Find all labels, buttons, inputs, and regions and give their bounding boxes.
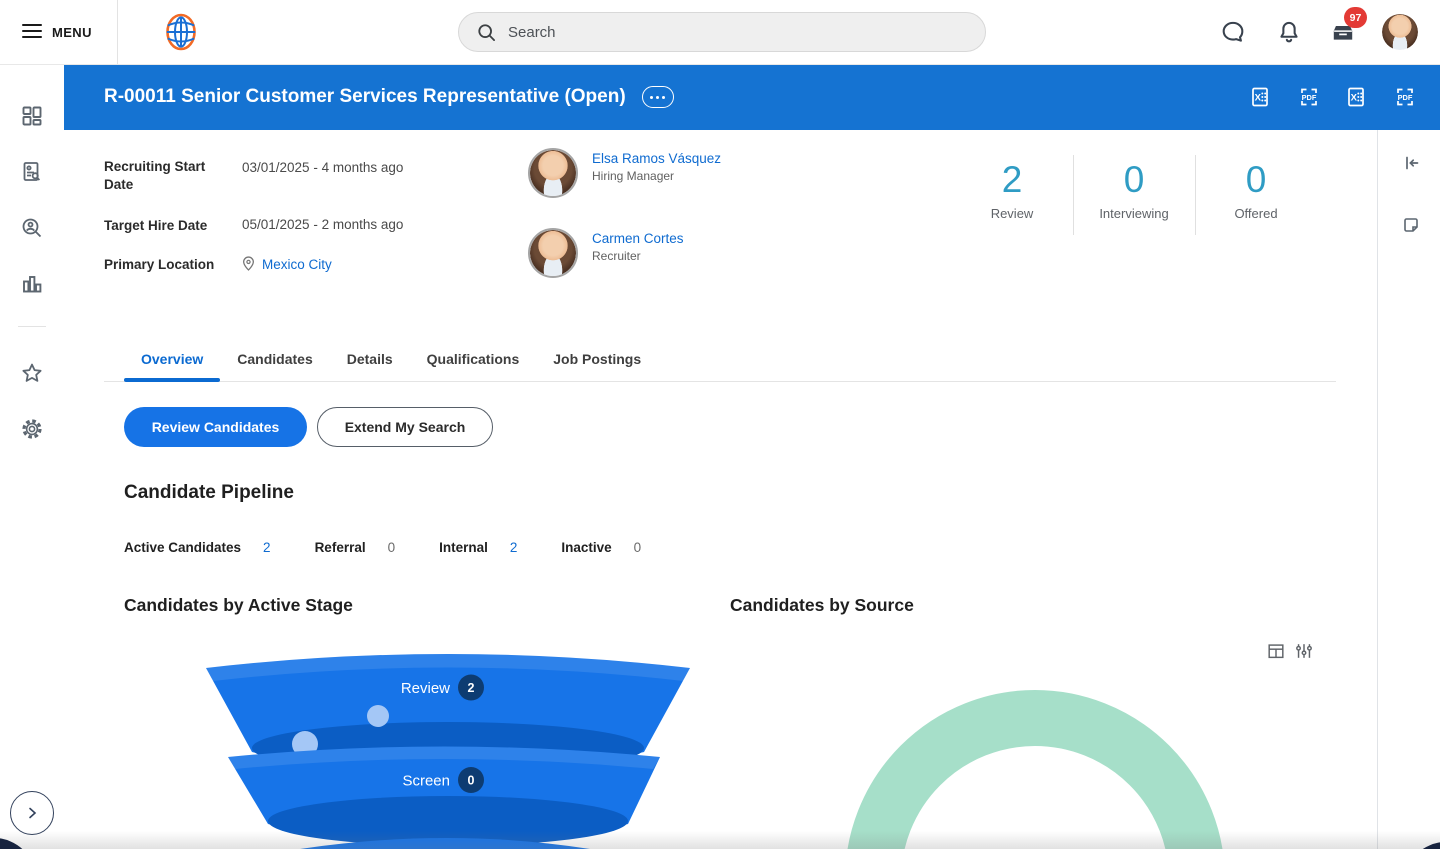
- field-label-recruiting-start-date: Recruiting Start Date: [104, 159, 206, 192]
- notes-icon[interactable]: [1401, 215, 1421, 235]
- expand-sidebar-button[interactable]: [10, 791, 54, 835]
- metric-label: Inactive: [561, 540, 612, 555]
- recruiter-avatar[interactable]: [528, 228, 578, 278]
- stat-review-value[interactable]: 2: [952, 160, 1072, 200]
- metric-inactive: Inactive 0: [561, 540, 641, 555]
- top-bar: MENU Search 97: [0, 0, 1440, 65]
- collapse-panel-icon[interactable]: [1401, 153, 1421, 173]
- metric-label: Referral: [314, 540, 366, 555]
- svg-text:X: X: [1255, 93, 1262, 104]
- right-utility-rail: [1377, 130, 1440, 849]
- field-value-target-hire-date: 05/01/2025 - 2 months ago: [242, 217, 404, 232]
- funnel-stage-label: Screen: [402, 773, 450, 790]
- stat-interviewing-label: Interviewing: [1099, 206, 1169, 221]
- stat-offered: 0 Offered: [1196, 160, 1316, 222]
- funnel-stage-count: 0: [468, 774, 475, 788]
- user-avatar[interactable]: [1382, 14, 1418, 50]
- svg-text:X: X: [1351, 93, 1358, 104]
- export-excel-icon-2[interactable]: X: [1346, 86, 1368, 108]
- hiring-manager-avatar[interactable]: [528, 148, 578, 198]
- left-navigation-rail: [0, 64, 64, 849]
- funnel-stage-count: 2: [468, 681, 475, 695]
- topbar-divider: [117, 0, 118, 64]
- tab-details[interactable]: Details: [330, 338, 410, 381]
- metric-value: 0: [387, 540, 396, 555]
- stat-interviewing-value[interactable]: 0: [1074, 160, 1194, 200]
- job-requisitions-icon[interactable]: [20, 160, 44, 184]
- tab-bar: Overview Candidates Details Qualificatio…: [104, 338, 1336, 382]
- metric-label: Internal: [439, 540, 488, 555]
- search-input[interactable]: [506, 22, 930, 42]
- pipeline-metrics: Active Candidates 2 Referral 0 Internal …: [124, 540, 685, 555]
- extend-my-search-button[interactable]: Extend My Search: [317, 407, 493, 447]
- dashboards-icon[interactable]: [20, 104, 44, 128]
- metric-value-link[interactable]: 2: [510, 540, 518, 555]
- recruiter-role: Recruiter: [592, 249, 641, 263]
- svg-text:PDF: PDF: [1302, 93, 1317, 102]
- candidate-pipeline-heading: Candidate Pipeline: [124, 482, 294, 503]
- requisition-header: R-00011 Senior Customer Services Represe…: [64, 64, 1440, 130]
- donut-ring[interactable]: [847, 690, 1223, 849]
- primary-location-link[interactable]: Mexico City: [262, 257, 332, 272]
- field-label-target-hire-date: Target Hire Date: [104, 218, 208, 233]
- location-pin-icon: [243, 256, 254, 271]
- funnel-stage-label: Review: [401, 680, 450, 697]
- export-pdf-icon-2[interactable]: PDF: [1394, 86, 1416, 108]
- chat-icon[interactable]: [1220, 19, 1246, 45]
- metric-referral: Referral 0: [315, 540, 396, 555]
- page-title: R-00011 Senior Customer Services Represe…: [104, 86, 626, 107]
- recruiter-card: Carmen Cortes Recruiter: [528, 228, 684, 278]
- menu-label[interactable]: MENU: [52, 25, 92, 40]
- reports-bar-chart-icon[interactable]: [20, 272, 44, 296]
- metric-value-link[interactable]: 2: [263, 540, 271, 555]
- chevron-right-icon: [29, 807, 37, 819]
- metric-internal: Internal 2: [439, 540, 517, 555]
- funnel-bubble: [367, 705, 389, 727]
- stat-review: 2 Review: [952, 160, 1072, 222]
- review-candidates-button[interactable]: Review Candidates: [124, 407, 307, 447]
- stat-review-label: Review: [990, 206, 1034, 221]
- export-pdf-icon[interactable]: PDF: [1298, 86, 1320, 108]
- search-icon: [478, 23, 496, 41]
- export-buttons: X PDF X PDF: [1250, 64, 1416, 130]
- recruiting-requisition-page: MENU Search 97 R-00011 Senior Customer S…: [0, 0, 1440, 849]
- tab-overview[interactable]: Overview: [124, 338, 221, 382]
- export-excel-icon[interactable]: X: [1250, 86, 1272, 108]
- hamburger-menu-icon[interactable]: [22, 24, 42, 40]
- metric-value: 0: [633, 540, 642, 555]
- stat-interviewing: 0 Interviewing: [1074, 160, 1194, 222]
- inbox-count-badge: 97: [1344, 7, 1367, 28]
- hiring-manager-role: Hiring Manager: [592, 169, 675, 183]
- metric-active-candidates: Active Candidates 2: [124, 540, 271, 555]
- metric-label: Active Candidates: [124, 540, 242, 555]
- stat-offered-value[interactable]: 0: [1196, 160, 1316, 200]
- tab-job-postings[interactable]: Job Postings: [536, 338, 658, 381]
- rail-divider: [18, 326, 46, 327]
- funnel-chart-title: Candidates by Active Stage: [124, 595, 353, 615]
- settings-gear-icon[interactable]: [20, 417, 44, 441]
- hiring-manager-name-link[interactable]: Elsa Ramos Vásquez: [592, 151, 721, 166]
- field-value-recruiting-start-date: 03/01/2025 - 4 months ago: [242, 160, 404, 175]
- field-value-primary-location: Mexico City: [242, 256, 332, 272]
- stat-offered-label: Offered: [1234, 206, 1278, 221]
- candidate-search-icon[interactable]: [20, 216, 44, 240]
- global-search[interactable]: [458, 12, 986, 52]
- candidates-by-source-donut[interactable]: [764, 635, 1324, 849]
- company-globe-logo[interactable]: [160, 11, 202, 53]
- field-label-primary-location: Primary Location: [104, 257, 215, 272]
- tab-qualifications[interactable]: Qualifications: [410, 338, 537, 381]
- tab-candidates[interactable]: Candidates: [220, 338, 329, 381]
- related-actions-ellipsis-button[interactable]: [641, 86, 674, 108]
- notifications-bell-icon[interactable]: [1276, 19, 1302, 45]
- main-content: Recruiting Start Date 03/01/2025 - 4 mon…: [64, 130, 1377, 849]
- source-chart-title: Candidates by Source: [730, 595, 914, 615]
- svg-text:PDF: PDF: [1398, 93, 1413, 102]
- recruiter-name-link[interactable]: Carmen Cortes: [592, 231, 684, 246]
- hiring-manager-card: Elsa Ramos Vásquez Hiring Manager: [528, 148, 721, 198]
- candidates-by-stage-funnel[interactable]: Review 2 Screen 0: [124, 635, 764, 849]
- favorites-star-icon[interactable]: [20, 361, 44, 385]
